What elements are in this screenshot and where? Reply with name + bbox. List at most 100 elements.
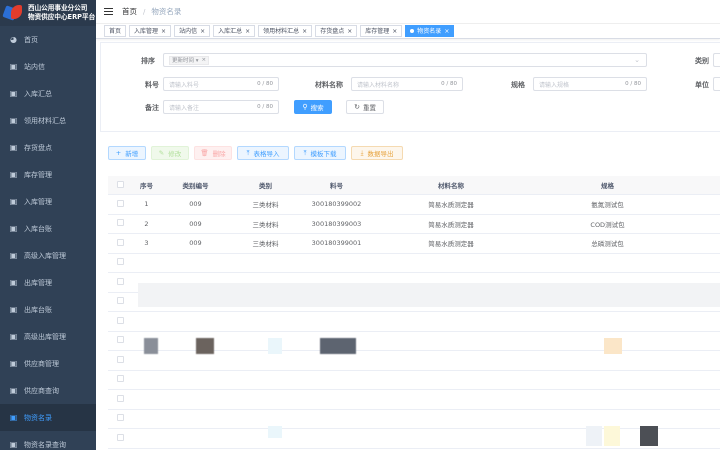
tab-tag[interactable]: 领用材料汇总 × [258,25,313,37]
tab-tag[interactable]: 首页 [104,25,127,37]
delete-button[interactable]: 🗑 删除 [194,146,232,160]
blurred-block [320,338,356,354]
row-checkbox[interactable] [116,277,124,285]
sidebar-item[interactable]: ▣ 供应商管理 [0,350,96,377]
sidebar-item[interactable]: ▣ 入库管理 [0,188,96,215]
row-checkbox[interactable] [116,355,124,363]
table-row[interactable]: 1 009 三类材料 300180399002 简易水质测定器 氨氮测试包 [108,195,720,215]
list-icon: ▣ [9,440,18,449]
col-header-cat-code[interactable]: 类别编号 [161,180,230,190]
company-logo [2,3,25,23]
unit-input[interactable] [713,77,720,91]
row-checkbox[interactable] [116,297,124,305]
list-icon: ▣ [9,359,18,368]
category-select[interactable] [713,53,720,67]
close-icon[interactable]: × [444,26,449,37]
row-checkbox[interactable] [116,336,124,344]
sidebar-item[interactable]: ▣ 高级出库管理 [0,323,96,350]
tab-tag[interactable]: 库存管理 × [360,25,403,37]
chip-close-icon[interactable]: × [202,57,207,63]
export-button[interactable]: ⤓ 数据导出 [351,146,403,160]
tab-tag[interactable]: 入库管理 × [129,25,172,37]
reset-button[interactable]: ↻ 重置 [346,100,384,114]
remark-input[interactable]: 请输入备注 0 / 80 [163,100,279,114]
row-checkbox[interactable] [116,219,124,227]
sidebar-item-label: 存货盘点 [24,143,52,152]
sidebar-item[interactable]: ▣ 供应商查询 [0,377,96,404]
table-row[interactable] [108,410,720,429]
add-button[interactable]: + 新增 [108,146,146,160]
template-download-button[interactable]: ⤒ 模板下载 [294,146,346,160]
sort-select[interactable]: 更新时间 ▾ × ⌄ [163,53,647,67]
breadcrumb-separator: / [143,7,146,16]
breadcrumb-home[interactable]: 首页 [122,6,137,17]
tab-tag[interactable]: 存货盘点 × [315,25,358,37]
sidebar-item[interactable]: ▣ 入库汇总 [0,80,96,107]
row-checkbox[interactable] [116,238,124,246]
tab-tag[interactable]: 物资名录 × [405,25,455,37]
tab-tag-label: 库存管理 [365,27,390,35]
material-name-input[interactable]: 请输入材料名称 0 / 80 [351,77,463,91]
sidebar-item[interactable]: ▣ 站内信 [0,53,96,80]
close-icon[interactable]: × [392,26,397,37]
close-icon[interactable]: × [161,26,166,37]
table-row[interactable] [108,371,720,390]
spec-input[interactable]: 请输入规格 0 / 80 [533,77,647,91]
table-row[interactable] [108,390,720,410]
row-checkbox[interactable] [116,394,124,402]
sidebar-item[interactable]: ▣ 库存管理 [0,161,96,188]
trash-icon: 🗑 [200,149,209,157]
hamburger-icon[interactable] [104,7,113,16]
search-button[interactable]: ⚲ 搜索 [294,100,332,114]
row-checkbox[interactable] [116,258,124,266]
material-no-input[interactable]: 请输入料号 0 / 80 [163,77,279,91]
table-cell-name: 简易水质测定器 [428,240,474,249]
row-checkbox[interactable] [116,316,124,324]
sidebar-item[interactable]: ▣ 物资名录查询 [0,431,96,450]
material-name-label: 材料名称 [315,81,343,89]
sidebar-item[interactable]: ▣ 入库台账 [0,215,96,242]
close-icon[interactable]: × [245,26,250,37]
col-header-material-no[interactable]: 料号 [301,180,372,190]
sidebar-item[interactable]: ▣ 领用材料汇总 [0,107,96,134]
sidebar-item[interactable]: ▣ 物资名录 [0,404,96,431]
row-checkbox[interactable] [116,375,124,383]
sidebar-item[interactable]: ▣ 高级入库管理 [0,242,96,269]
sidebar-item[interactable]: ▣ 存货盘点 [0,134,96,161]
edit-button[interactable]: ✎ 修改 [151,146,189,160]
active-dot-icon [410,29,415,33]
category-label: 类别 [695,57,709,65]
table-cell-category: 三类材料 [252,201,279,210]
close-icon[interactable]: × [302,26,307,37]
sidebar-item-label: 出库管理 [24,278,52,287]
table-row[interactable]: 2 009 三类材料 300180399003 简易水质测定器 COD测试包 [108,215,720,234]
close-icon[interactable]: × [200,26,205,37]
table-row[interactable] [108,254,720,273]
select-all-checkbox[interactable] [116,180,124,188]
col-header-name[interactable]: 材料名称 [372,180,530,190]
row-checkbox[interactable] [116,414,124,422]
tab-tag-label: 物资名录 [417,27,442,35]
list-icon: ▣ [9,224,18,233]
sidebar-item[interactable]: ▣ 出库台账 [0,296,96,323]
table-row[interactable] [108,312,720,332]
row-checkbox[interactable] [116,433,124,441]
sidebar-item-label: 供应商管理 [24,359,59,368]
material-no-label: 料号 [145,81,159,89]
close-icon[interactable]: × [347,26,352,37]
table-cell-cat-code: 009 [189,200,202,209]
row-checkbox[interactable] [116,199,124,207]
import-button[interactable]: ⤒ 表格导入 [237,146,289,160]
table-row[interactable]: 3 009 三类材料 300180399001 简易水质测定器 总磷测试包 [108,234,720,254]
tab-tag[interactable]: 站内信 × [174,25,211,37]
col-header-spec[interactable]: 规格 [530,180,685,190]
tab-tag[interactable]: 入库汇总 × [213,25,256,37]
table-row[interactable] [108,429,720,449]
sidebar-item[interactable]: ▣ 出库管理 [0,269,96,296]
sidebar: 西山公用事业分公司 物资供应中心ERP平台 ◕ 首页 ▣ 站内信 ▣ 入库汇总 ▣ 领用材料汇… [0,0,96,450]
sidebar-item[interactable]: ◕ 首页 [0,26,96,53]
list-icon: ▣ [9,170,18,179]
col-header-no[interactable]: 序号 [132,180,161,190]
table-cell-cat-code: 009 [189,239,202,248]
col-header-category[interactable]: 类别 [230,180,301,190]
